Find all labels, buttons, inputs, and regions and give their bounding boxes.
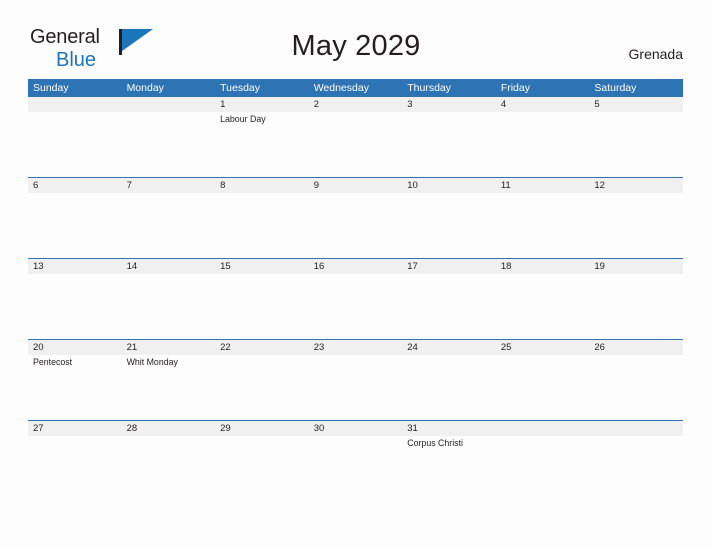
day-number-20[interactable]: 20 [28, 340, 122, 355]
day-number-empty [496, 421, 590, 436]
week-date-numbers: 12345 [28, 97, 683, 112]
day-event-20[interactable]: Pentecost [28, 355, 122, 420]
day-cell-empty [309, 355, 403, 420]
region-label: Grenada [628, 46, 683, 62]
calendar-week-row: 1 2 3 4 5 Labour Day [28, 97, 683, 177]
day-cell-empty [309, 112, 403, 177]
day-cell-empty [402, 355, 496, 420]
day-number-18[interactable]: 18 [496, 259, 590, 274]
day-cell-empty [215, 355, 309, 420]
page-title: May 2029 [291, 30, 421, 62]
day-number-30[interactable]: 30 [309, 421, 403, 436]
day-cell-empty [589, 436, 683, 501]
day-cell-empty [215, 193, 309, 258]
day-number-26[interactable]: 26 [589, 340, 683, 355]
day-number-29[interactable]: 29 [215, 421, 309, 436]
weekday-header-thursday: Thursday [407, 82, 452, 94]
weekday-header-friday: Friday [500, 82, 530, 94]
day-cell-empty [496, 193, 590, 258]
calendar-week-row: 6 7 8 9 10 11 12 [28, 177, 683, 258]
day-number-21[interactable]: 21 [122, 340, 216, 355]
day-cell-empty [28, 436, 122, 501]
day-number-16[interactable]: 16 [309, 259, 403, 274]
day-cell-empty [309, 436, 403, 501]
day-number-2[interactable]: 2 [309, 97, 403, 112]
week-date-numbers: 13 14 15 16 17 18 19 [28, 259, 683, 274]
day-number-1[interactable]: 1 [215, 97, 309, 112]
day-cell-empty [28, 274, 122, 339]
day-number-19[interactable]: 19 [589, 259, 683, 274]
day-number-8[interactable]: 8 [215, 178, 309, 193]
weekday-header-sunday: Sunday [33, 82, 69, 94]
day-cell-empty [402, 112, 496, 177]
day-cell-empty [496, 436, 590, 501]
weekday-header-wednesday: Wednesday [313, 82, 369, 94]
week-event-cells [28, 193, 683, 258]
day-cell-empty [402, 193, 496, 258]
day-number-4[interactable]: 4 [496, 97, 590, 112]
day-number-31[interactable]: 31 [402, 421, 496, 436]
week-date-numbers: 27 28 29 30 31 [28, 421, 683, 436]
day-cell-empty [589, 274, 683, 339]
day-cell-empty [122, 193, 216, 258]
day-number-23[interactable]: 23 [309, 340, 403, 355]
weekday-header-row: Sunday Monday Tuesday Wednesday Thursday Frid… [28, 79, 683, 97]
day-number-empty [122, 97, 216, 112]
day-cell-empty [122, 274, 216, 339]
week-event-cells: Pentecost Whit Monday [28, 355, 683, 420]
calendar-grid: Sunday Monday Tuesday Wednesday Thursday Frid… [28, 79, 683, 501]
day-number-6[interactable]: 6 [28, 178, 122, 193]
week-event-cells: Labour Day [28, 112, 683, 177]
day-cell-empty [28, 112, 122, 177]
day-number-24[interactable]: 24 [402, 340, 496, 355]
weekday-header-tuesday: Tuesday [220, 82, 261, 94]
calendar-week-row: 20 21 22 23 24 25 26 Pentecost Whit Monday [28, 339, 683, 420]
day-event-1[interactable]: Labour Day [215, 112, 309, 177]
day-number-5[interactable]: 5 [589, 97, 683, 112]
day-number-13[interactable]: 13 [28, 259, 122, 274]
day-cell-empty [215, 274, 309, 339]
week-date-numbers: 20 21 22 23 24 25 26 [28, 340, 683, 355]
day-cell-empty [589, 112, 683, 177]
day-number-14[interactable]: 14 [122, 259, 216, 274]
week-date-numbers: 6 7 8 9 10 11 12 [28, 178, 683, 193]
day-number-12[interactable]: 12 [589, 178, 683, 193]
day-number-empty [28, 97, 122, 112]
day-cell-empty [309, 193, 403, 258]
week-event-cells: Corpus Christi [28, 436, 683, 501]
day-cell-empty [122, 436, 216, 501]
day-event-31[interactable]: Corpus Christi [402, 436, 496, 501]
weekday-header-saturday: Saturday [594, 82, 637, 94]
day-number-7[interactable]: 7 [122, 178, 216, 193]
day-number-27[interactable]: 27 [28, 421, 122, 436]
day-cell-empty [589, 193, 683, 258]
calendar-week-row: 13 14 15 16 17 18 19 [28, 258, 683, 339]
day-cell-empty [589, 355, 683, 420]
day-cell-empty [215, 436, 309, 501]
day-number-25[interactable]: 25 [496, 340, 590, 355]
calendar-weeks: 1 2 3 4 5 Labour Day 6 7 8 9 10 11 12 13 14 15 16 17 18 19 2… [28, 97, 683, 501]
day-cell-empty [496, 355, 590, 420]
day-cell-empty [28, 193, 122, 258]
day-cell-empty [402, 274, 496, 339]
day-number-9[interactable]: 9 [309, 178, 403, 193]
day-cell-empty [309, 274, 403, 339]
day-cell-empty [496, 274, 590, 339]
day-number-3[interactable]: 3 [402, 97, 496, 112]
day-number-17[interactable]: 17 [402, 259, 496, 274]
day-event-21[interactable]: Whit Monday [122, 355, 216, 420]
week-event-cells [28, 274, 683, 339]
day-number-28[interactable]: 28 [122, 421, 216, 436]
day-number-11[interactable]: 11 [496, 178, 590, 193]
day-cell-empty [122, 112, 216, 177]
day-number-15[interactable]: 15 [215, 259, 309, 274]
calendar-week-row: 27 28 29 30 31 Corpus Christi [28, 420, 683, 501]
page-header: General Blue May 2029 Grenada [0, 0, 712, 72]
weekday-header-monday: Monday [126, 82, 164, 94]
day-number-empty [589, 421, 683, 436]
day-cell-empty [496, 112, 590, 177]
day-number-22[interactable]: 22 [215, 340, 309, 355]
day-number-10[interactable]: 10 [402, 178, 496, 193]
